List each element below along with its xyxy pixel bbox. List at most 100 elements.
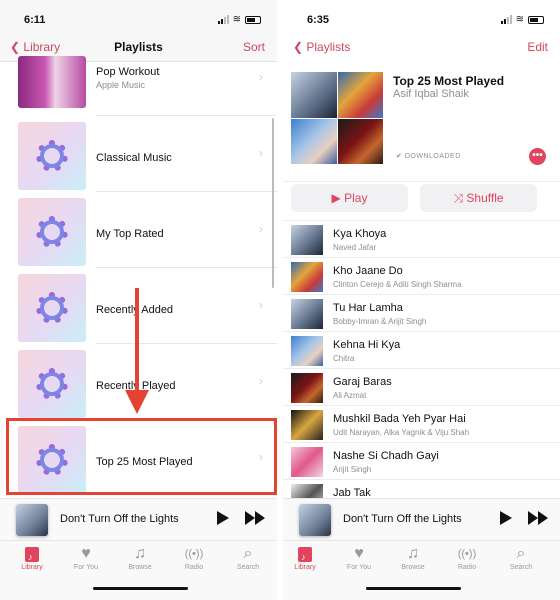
playlist-subtitle: Apple Music bbox=[96, 80, 146, 90]
signal-icon bbox=[500, 15, 512, 24]
playlists-screen: 6:11 ≋ ❮ Library Playlists Sort Pop Work… bbox=[0, 0, 277, 600]
tab-for-you[interactable]: ♥ For You bbox=[339, 544, 379, 571]
status-bar: 6:35 ≋ bbox=[283, 0, 560, 40]
fast-forward-icon[interactable] bbox=[528, 511, 548, 525]
playlist-detail-screen: 6:35 ≋ ❮ Playlists Edit Top 25 Most Play… bbox=[283, 0, 560, 600]
chevron-right-icon: › bbox=[259, 374, 263, 388]
tab-radio[interactable]: ((•)) Radio bbox=[447, 544, 487, 571]
gear-icon bbox=[36, 292, 68, 324]
tab-bar: Library ♥For You ♫Browse ((•))Radio ⌕Sea… bbox=[283, 540, 560, 600]
downloaded-status: ✔ DOWNLOADED bbox=[396, 153, 461, 160]
home-indicator bbox=[93, 587, 188, 590]
library-icon bbox=[298, 547, 312, 567]
status-time: 6:35 bbox=[307, 14, 330, 26]
now-playing-title: Don't Turn Off the Lights bbox=[343, 513, 462, 525]
radio-icon: ((•)) bbox=[184, 548, 204, 560]
fast-forward-icon[interactable] bbox=[245, 511, 265, 525]
page-title: Playlists bbox=[114, 40, 163, 54]
heart-icon: ♥ bbox=[81, 545, 91, 562]
chevron-right-icon: › bbox=[259, 222, 263, 236]
chevron-right-icon: › bbox=[259, 146, 263, 160]
music-note-icon: ♫ bbox=[407, 545, 419, 562]
wifi-icon: ≋ bbox=[515, 14, 524, 25]
play-icon: ▶ bbox=[331, 191, 345, 205]
tab-search[interactable]: ⌕ Search bbox=[228, 544, 268, 571]
chevron-right-icon: › bbox=[259, 70, 263, 84]
chevron-right-icon: › bbox=[259, 298, 263, 312]
heart-icon: ♥ bbox=[354, 545, 364, 562]
sort-button[interactable]: Sort bbox=[243, 40, 265, 54]
tab-for-you[interactable]: ♥ For You bbox=[66, 544, 106, 571]
track-row[interactable]: Mushkil Bada Yeh Pyar Hai Udit Narayan, A… bbox=[283, 405, 560, 442]
library-icon bbox=[25, 547, 39, 567]
annotation-arrow-head bbox=[125, 390, 149, 414]
playlist-item[interactable]: My Top Rated › bbox=[0, 192, 277, 268]
battery-icon bbox=[245, 15, 261, 24]
playlist-name: Classical Music bbox=[96, 152, 172, 164]
wifi-icon: ≋ bbox=[232, 14, 241, 25]
playlist-name: Pop Workout bbox=[96, 66, 160, 78]
search-icon: ⌕ bbox=[243, 545, 253, 562]
edit-button[interactable]: Edit bbox=[527, 40, 548, 54]
mini-player[interactable]: Don't Turn Off the Lights bbox=[283, 498, 560, 540]
playlist-artwork bbox=[18, 350, 86, 418]
tab-library[interactable]: Library bbox=[12, 544, 52, 571]
track-list: Kya Khoya Naved Jafar Kho Jaane Do Clinton… bbox=[283, 220, 560, 499]
more-options-button[interactable]: ••• bbox=[529, 148, 546, 165]
track-row[interactable]: Kho Jaane Do Clinton Cerejo & Aditi Singh… bbox=[283, 257, 560, 294]
back-button[interactable]: ❮ Playlists bbox=[293, 40, 350, 54]
playlist-title: Top 25 Most Played bbox=[393, 74, 505, 88]
album-art bbox=[337, 118, 383, 164]
track-artwork bbox=[291, 262, 323, 292]
music-note-icon: ♫ bbox=[134, 545, 146, 562]
tab-search[interactable]: ⌕ Search bbox=[501, 544, 541, 571]
annotation-highlight-box bbox=[6, 418, 277, 495]
playlist-artwork bbox=[18, 122, 86, 190]
album-art bbox=[337, 72, 383, 118]
scrollbar[interactable] bbox=[272, 118, 274, 288]
radio-icon: ((•)) bbox=[457, 548, 477, 560]
now-playing-artwork bbox=[16, 504, 48, 536]
tab-library[interactable]: Library bbox=[285, 544, 325, 571]
now-playing-title: Don't Turn Off the Lights bbox=[60, 513, 179, 525]
playlist-item[interactable]: Pop Workout Apple Music › bbox=[0, 56, 277, 116]
playlist-owner: Asif Iqbal Shaik bbox=[393, 88, 469, 100]
tab-browse[interactable]: ♫ Browse bbox=[120, 544, 160, 571]
track-artwork bbox=[291, 373, 323, 403]
play-icon[interactable] bbox=[500, 511, 512, 525]
battery-icon bbox=[528, 15, 544, 24]
status-time: 6:11 bbox=[24, 14, 46, 26]
home-indicator bbox=[366, 587, 461, 590]
playlist-artwork bbox=[18, 56, 86, 108]
shuffle-icon: ⤨ bbox=[453, 191, 467, 205]
annotation-arrow bbox=[135, 288, 139, 392]
track-row[interactable]: Tu Har Lamha Bobby-Imran & Arijit Singh bbox=[283, 294, 560, 331]
playlist-artwork bbox=[18, 198, 86, 266]
track-artwork bbox=[291, 299, 323, 329]
playlist-artwork bbox=[18, 274, 86, 342]
play-icon[interactable] bbox=[217, 511, 229, 525]
gear-icon bbox=[36, 368, 68, 400]
track-row[interactable]: Kya Khoya Naved Jafar bbox=[283, 220, 560, 257]
playlist-name: My Top Rated bbox=[96, 228, 164, 240]
track-row[interactable]: Garaj Baras Ali Azmat bbox=[283, 368, 560, 405]
track-row[interactable]: Kehna Hi Kya Chitra bbox=[283, 331, 560, 368]
now-playing-artwork bbox=[299, 504, 331, 536]
playlist-item[interactable]: Classical Music › bbox=[0, 116, 277, 192]
gear-icon bbox=[36, 216, 68, 248]
shuffle-button[interactable]: ⤨ Shuffle bbox=[420, 184, 537, 212]
album-art bbox=[291, 118, 337, 164]
signal-icon bbox=[217, 15, 229, 24]
track-artwork bbox=[291, 410, 323, 440]
track-row[interactable]: Nashe Si Chadh Gayi Arijit Singh bbox=[283, 442, 560, 479]
tab-radio[interactable]: ((•)) Radio bbox=[174, 544, 214, 571]
tab-browse[interactable]: ♫ Browse bbox=[393, 544, 433, 571]
mini-player[interactable]: Don't Turn Off the Lights bbox=[0, 498, 277, 540]
track-artwork bbox=[291, 225, 323, 255]
track-artwork bbox=[291, 336, 323, 366]
play-button[interactable]: ▶ Play bbox=[291, 184, 408, 212]
playlist-artwork-collage bbox=[291, 72, 383, 164]
album-art bbox=[291, 72, 337, 118]
track-row[interactable]: Jab Tak bbox=[283, 479, 560, 499]
back-label: Playlists bbox=[306, 40, 351, 54]
